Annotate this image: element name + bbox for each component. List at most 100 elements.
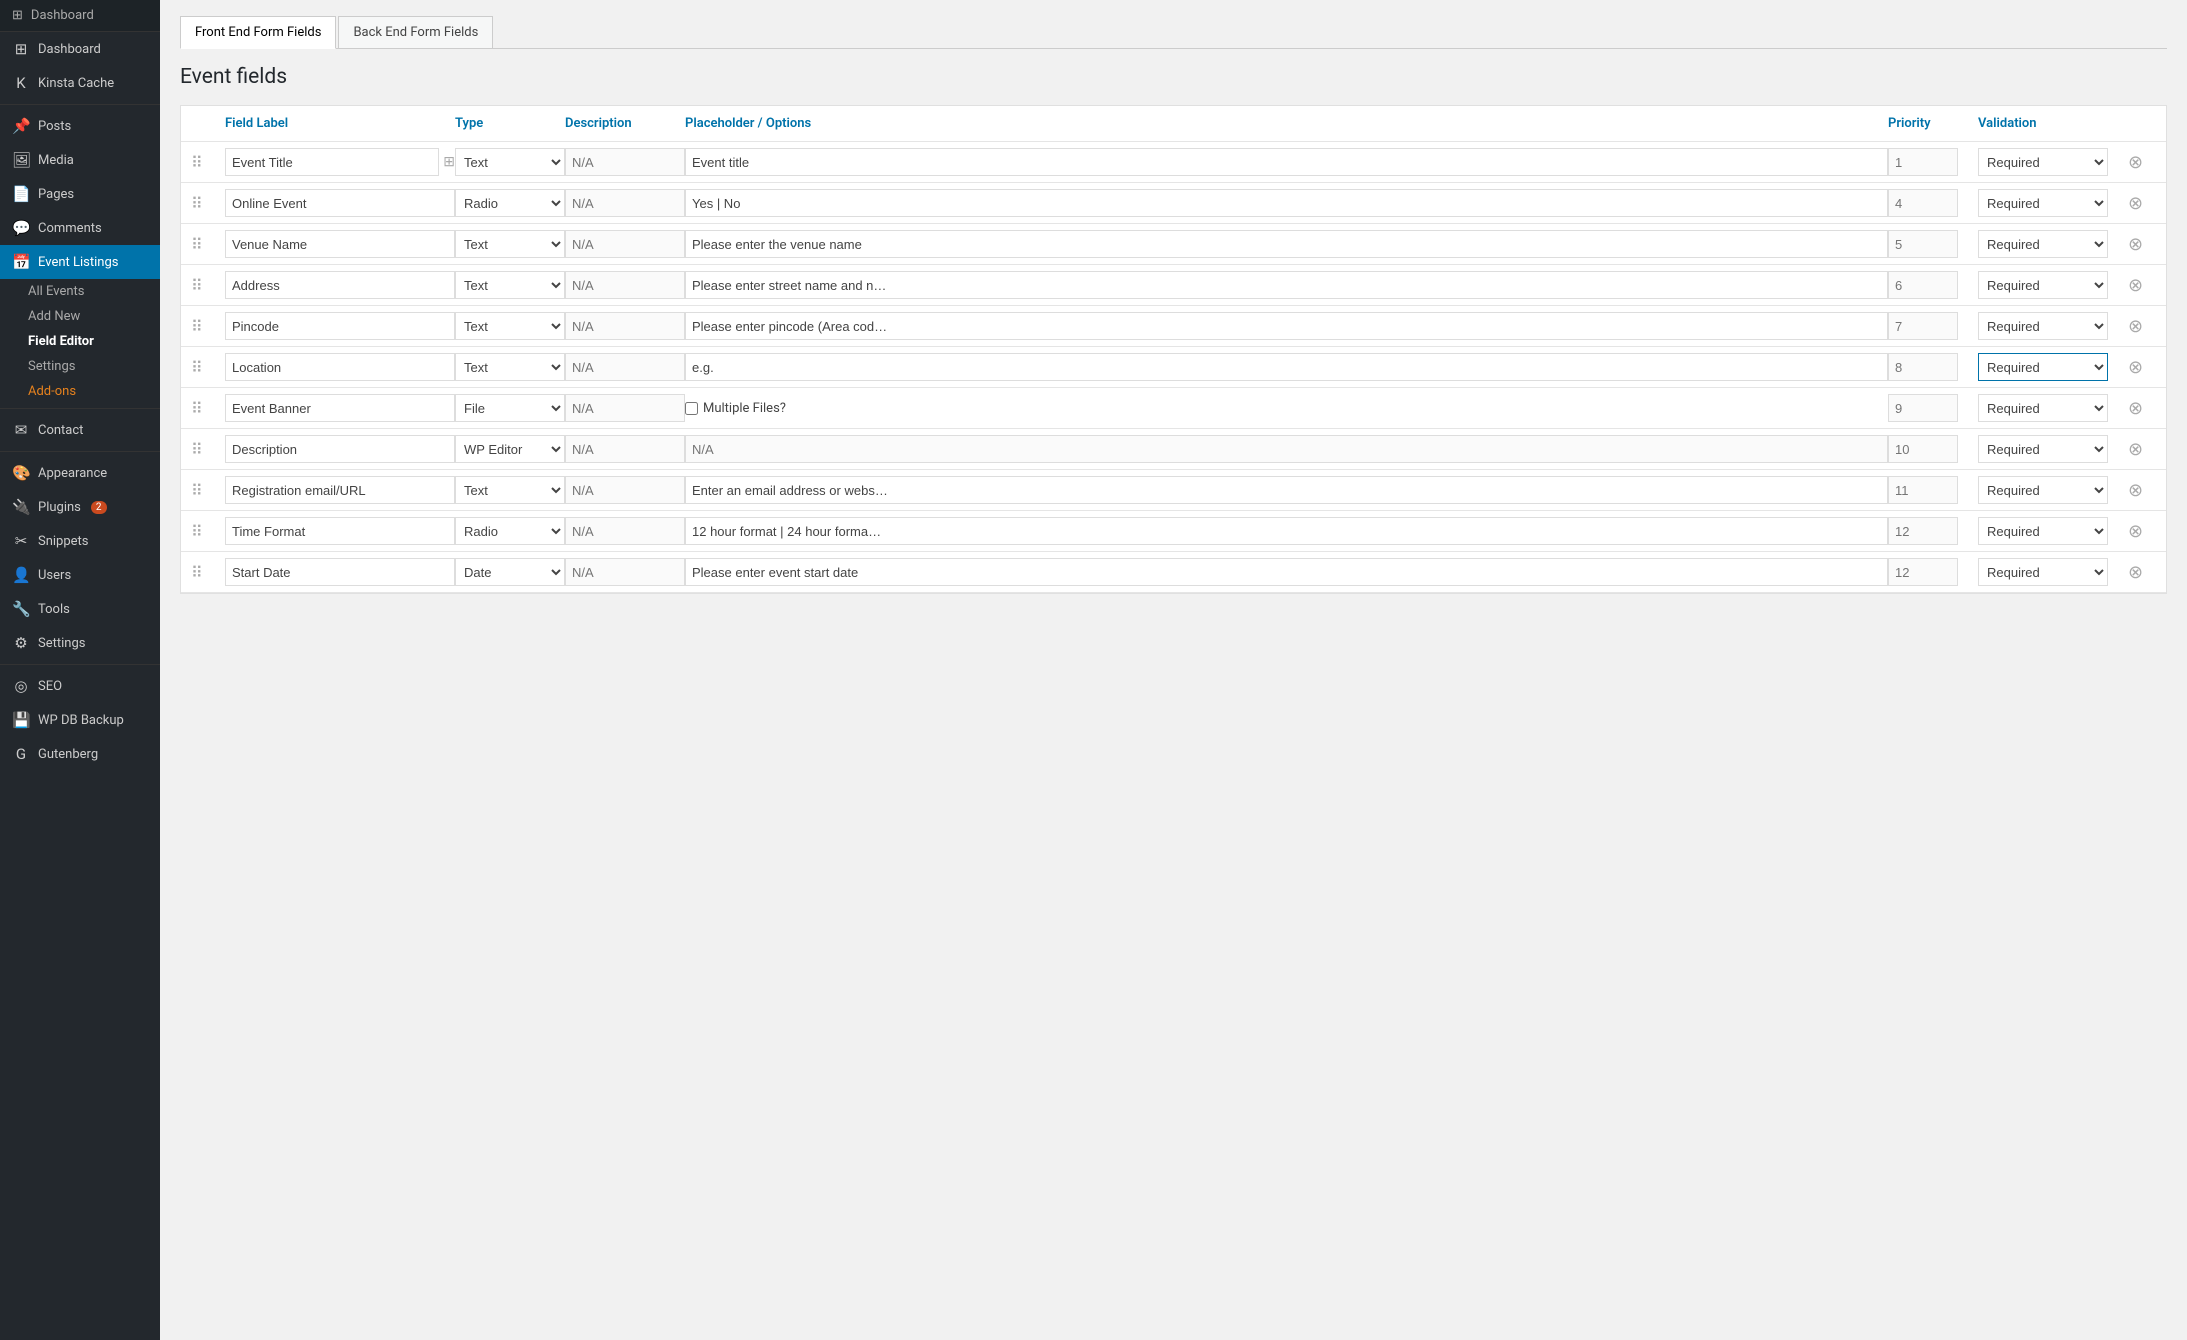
- placeholder-input[interactable]: [685, 271, 1888, 299]
- remove-button[interactable]: ⊗: [2128, 398, 2143, 419]
- sidebar-sub-all-events[interactable]: All Events: [0, 279, 160, 304]
- sidebar-sub-field-editor[interactable]: Field Editor: [0, 329, 160, 354]
- drag-handle[interactable]: ⠿: [189, 356, 225, 379]
- validation-select[interactable]: RequiredOptionalNone: [1978, 435, 2108, 463]
- priority-input[interactable]: [1888, 271, 1958, 299]
- placeholder-input[interactable]: [685, 148, 1888, 176]
- priority-input[interactable]: [1888, 312, 1958, 340]
- sidebar-item-settings[interactable]: ⚙ Settings: [0, 626, 160, 660]
- tab-frontend[interactable]: Front End Form Fields: [180, 16, 336, 49]
- placeholder-input[interactable]: [685, 353, 1888, 381]
- placeholder-input[interactable]: [685, 312, 1888, 340]
- type-select[interactable]: TextRadioFileWP EditorDateSelectTextarea…: [455, 189, 565, 217]
- description-input[interactable]: [565, 353, 685, 381]
- description-input[interactable]: [565, 394, 685, 422]
- validation-select[interactable]: RequiredOptionalNone: [1978, 148, 2108, 176]
- sidebar-item-pages[interactable]: 📄 Pages: [0, 177, 160, 211]
- description-input[interactable]: [565, 271, 685, 299]
- field-label-input[interactable]: [225, 435, 455, 463]
- sidebar-sub-settings[interactable]: Settings: [0, 354, 160, 379]
- field-label-input[interactable]: [225, 230, 455, 258]
- drag-handle[interactable]: ⠿: [189, 397, 225, 420]
- validation-select[interactable]: RequiredOptionalNone: [1978, 476, 2108, 504]
- description-input[interactable]: [565, 517, 685, 545]
- placeholder-input[interactable]: [685, 189, 1888, 217]
- validation-select[interactable]: RequiredOptionalNone: [1978, 189, 2108, 217]
- remove-button[interactable]: ⊗: [2128, 480, 2143, 501]
- sidebar-item-gutenberg[interactable]: G Gutenberg: [0, 737, 160, 771]
- type-select[interactable]: TextRadioFileWP EditorDateSelectTextarea…: [455, 558, 565, 586]
- validation-select[interactable]: RequiredOptionalNone: [1978, 558, 2108, 586]
- field-label-input[interactable]: [225, 517, 455, 545]
- priority-input[interactable]: [1888, 189, 1958, 217]
- remove-button[interactable]: ⊗: [2128, 316, 2143, 337]
- sidebar-item-dashboard[interactable]: ⊞ Dashboard: [0, 32, 160, 66]
- priority-input[interactable]: [1888, 476, 1958, 504]
- sidebar-item-appearance[interactable]: 🎨 Appearance: [0, 456, 160, 490]
- remove-button[interactable]: ⊗: [2128, 521, 2143, 542]
- type-select[interactable]: TextRadioFileWP EditorDateSelectTextarea…: [455, 230, 565, 258]
- validation-select[interactable]: RequiredOptionalNone: [1978, 312, 2108, 340]
- sidebar-item-wp-db-backup[interactable]: 💾 WP DB Backup: [0, 703, 160, 737]
- remove-button[interactable]: ⊗: [2128, 357, 2143, 378]
- priority-input[interactable]: [1888, 558, 1958, 586]
- description-input[interactable]: [565, 148, 685, 176]
- drag-handle[interactable]: ⠿: [189, 561, 225, 584]
- sidebar-item-tools[interactable]: 🔧 Tools: [0, 592, 160, 626]
- priority-input[interactable]: [1888, 148, 1958, 176]
- remove-button[interactable]: ⊗: [2128, 193, 2143, 214]
- remove-button[interactable]: ⊗: [2128, 562, 2143, 583]
- type-select[interactable]: TextRadioFileWP EditorDateSelectTextarea…: [455, 476, 565, 504]
- sidebar-item-kinsta[interactable]: K Kinsta Cache: [0, 66, 160, 100]
- drag-handle[interactable]: ⠿: [189, 233, 225, 256]
- drag-handle[interactable]: ⠿: [189, 192, 225, 215]
- sidebar-item-users[interactable]: 👤 Users: [0, 558, 160, 592]
- field-label-input[interactable]: [225, 312, 455, 340]
- description-input[interactable]: [565, 558, 685, 586]
- description-input[interactable]: [565, 476, 685, 504]
- sidebar-item-snippets[interactable]: ✂ Snippets: [0, 524, 160, 558]
- sidebar-item-comments[interactable]: 💬 Comments: [0, 211, 160, 245]
- tab-backend[interactable]: Back End Form Fields: [338, 16, 493, 48]
- multiple-files-checkbox[interactable]: [685, 402, 698, 415]
- sidebar-item-posts[interactable]: 📌 Posts: [0, 109, 160, 143]
- field-label-input[interactable]: [225, 189, 455, 217]
- field-label-input[interactable]: [225, 394, 455, 422]
- field-label-input[interactable]: [225, 353, 455, 381]
- type-select[interactable]: TextRadioFileWP EditorDateSelectTextarea…: [455, 271, 565, 299]
- priority-input[interactable]: [1888, 353, 1958, 381]
- type-select[interactable]: TextRadioFileWP EditorDateSelectTextarea…: [455, 394, 565, 422]
- drag-handle[interactable]: ⠿: [189, 479, 225, 502]
- type-select[interactable]: TextRadioFileWP EditorDateSelectTextarea…: [455, 435, 565, 463]
- placeholder-input[interactable]: [685, 558, 1888, 586]
- remove-button[interactable]: ⊗: [2128, 439, 2143, 460]
- multiple-files-label[interactable]: Multiple Files?: [685, 401, 1888, 416]
- sidebar-sub-add-new[interactable]: Add New: [0, 304, 160, 329]
- sidebar-item-media[interactable]: 🖼 Media: [0, 143, 160, 177]
- validation-select[interactable]: RequiredOptionalNone: [1978, 353, 2108, 381]
- validation-select[interactable]: RequiredOptionalNone: [1978, 394, 2108, 422]
- priority-input[interactable]: [1888, 230, 1958, 258]
- sidebar-item-plugins[interactable]: 🔌 Plugins 2: [0, 490, 160, 524]
- sidebar-item-seo[interactable]: ◎ SEO: [0, 669, 160, 703]
- priority-input[interactable]: [1888, 394, 1958, 422]
- sidebar-sub-addons[interactable]: Add-ons: [0, 379, 160, 404]
- field-label-input[interactable]: [225, 558, 455, 586]
- description-input[interactable]: [565, 230, 685, 258]
- drag-handle[interactable]: ⠿: [189, 274, 225, 297]
- sidebar-logo[interactable]: ⊞ Dashboard: [0, 0, 160, 32]
- validation-select[interactable]: RequiredOptionalNone: [1978, 230, 2108, 258]
- remove-button[interactable]: ⊗: [2128, 234, 2143, 255]
- drag-handle[interactable]: ⠿: [189, 520, 225, 543]
- description-input[interactable]: [565, 189, 685, 217]
- sidebar-item-contact[interactable]: ✉ Contact: [0, 413, 160, 447]
- field-label-input[interactable]: [225, 148, 439, 176]
- placeholder-input[interactable]: [685, 476, 1888, 504]
- remove-button[interactable]: ⊗: [2128, 152, 2143, 173]
- field-label-input[interactable]: [225, 476, 455, 504]
- placeholder-input[interactable]: [685, 435, 1888, 463]
- type-select[interactable]: TextRadioFileWP EditorDateSelectTextarea…: [455, 312, 565, 340]
- drag-handle[interactable]: ⠿: [189, 438, 225, 461]
- placeholder-input[interactable]: [685, 517, 1888, 545]
- drag-handle[interactable]: ⠿: [189, 315, 225, 338]
